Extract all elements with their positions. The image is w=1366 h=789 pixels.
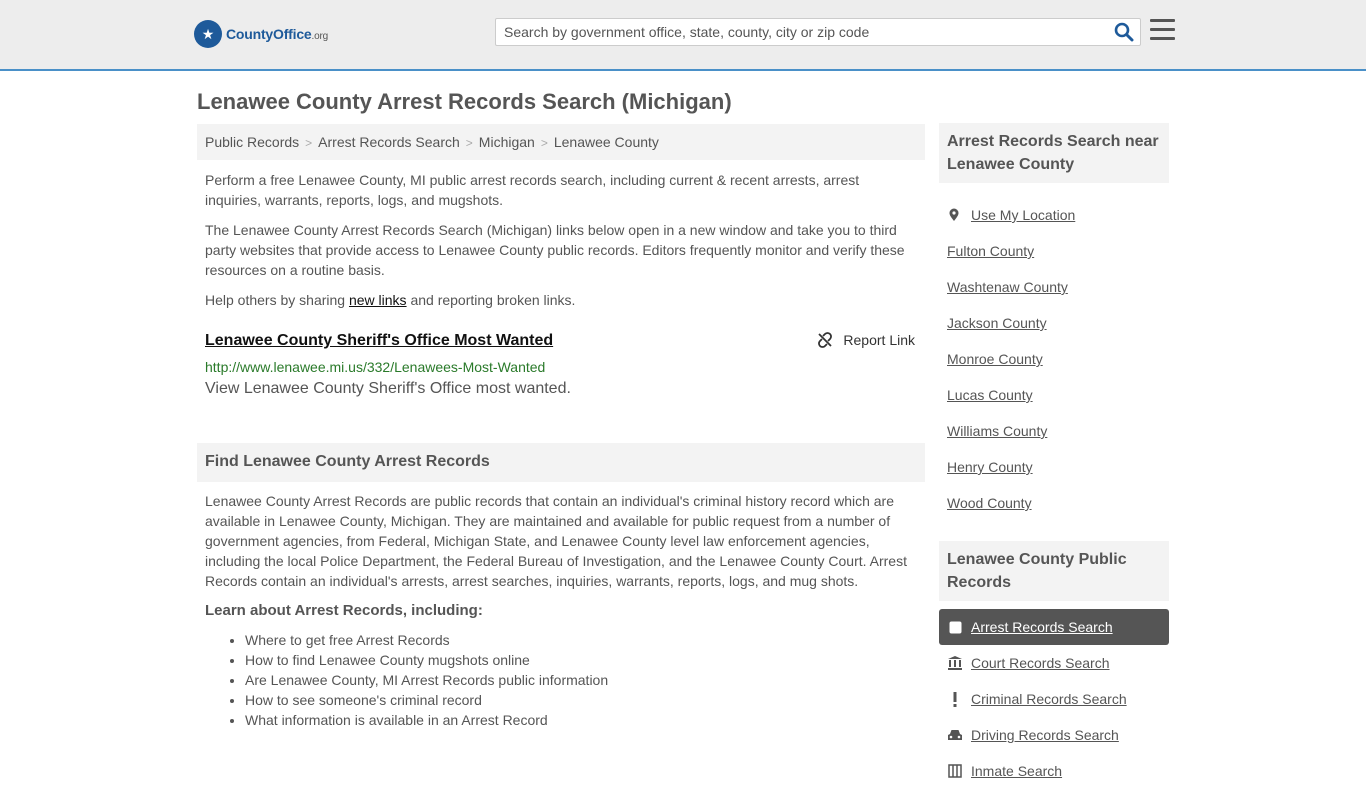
sidebar-item-henry[interactable]: Henry County bbox=[939, 449, 1169, 485]
intro-paragraph-3: Help others by sharing new links and rep… bbox=[197, 290, 925, 310]
chevron-right-icon: > bbox=[540, 136, 548, 150]
report-link-label: Report Link bbox=[843, 332, 915, 348]
list-item: How to see someone's criminal record bbox=[245, 690, 925, 710]
new-links-link[interactable]: new links bbox=[349, 292, 407, 308]
public-records-heading: Lenawee County Public Records bbox=[939, 541, 1169, 601]
county-link[interactable]: Monroe County bbox=[947, 351, 1043, 367]
exclamation-icon bbox=[947, 691, 963, 707]
breadcrumb-michigan[interactable]: Michigan bbox=[479, 134, 535, 150]
use-location-item[interactable]: Use My Location bbox=[939, 197, 1169, 233]
breadcrumb-arrest-records[interactable]: Arrest Records Search bbox=[318, 134, 460, 150]
seal-icon: ★ bbox=[194, 20, 222, 48]
breadcrumb-lenawee[interactable]: Lenawee County bbox=[554, 134, 659, 150]
logo-suffix: .org bbox=[311, 31, 329, 42]
sidebar-item-label[interactable]: Driving Records Search bbox=[971, 727, 1119, 743]
list-item: How to find Lenawee County mugshots onli… bbox=[245, 650, 925, 670]
breadcrumb-public-records[interactable]: Public Records bbox=[205, 134, 299, 150]
logo-main: CountyOffice bbox=[226, 26, 312, 42]
sidebar: Arrest Records Search near Lenawee Count… bbox=[939, 123, 1169, 789]
breadcrumb: Public Records > Arrest Records Search > Mic… bbox=[197, 124, 925, 160]
broken-link-icon bbox=[818, 332, 833, 348]
report-link-button[interactable]: Report Link bbox=[817, 330, 915, 350]
sidebar-item-williams[interactable]: Williams County bbox=[939, 413, 1169, 449]
car-icon bbox=[947, 727, 963, 743]
share-text-after: and reporting broken links. bbox=[406, 292, 576, 308]
share-text-before: Help others by sharing bbox=[205, 292, 349, 308]
county-link[interactable]: Henry County bbox=[947, 459, 1033, 475]
site-logo[interactable]: ★ CountyOffice.org bbox=[194, 20, 328, 48]
search-input[interactable] bbox=[496, 19, 1096, 45]
intro-paragraph-1: Perform a free Lenawee County, MI public… bbox=[205, 172, 860, 208]
sidebar-item-label[interactable]: Inmate Search bbox=[971, 763, 1062, 779]
result-description: View Lenawee County Sheriff's Office mos… bbox=[205, 380, 571, 397]
sidebar-item-criminal-records[interactable]: Criminal Records Search bbox=[939, 681, 1169, 717]
sidebar-item-monroe[interactable]: Monroe County bbox=[939, 341, 1169, 377]
map-pin-icon bbox=[949, 208, 959, 221]
county-link[interactable]: Jackson County bbox=[947, 315, 1047, 331]
list-item: Are Lenawee County, MI Arrest Records pu… bbox=[245, 670, 925, 690]
chevron-right-icon: > bbox=[465, 136, 473, 150]
sidebar-item-fulton[interactable]: Fulton County bbox=[939, 233, 1169, 269]
county-link[interactable]: Wood County bbox=[947, 495, 1032, 511]
public-records-list: Arrest Records Search Court Records Sear… bbox=[939, 609, 1169, 789]
find-records-heading: Find Lenawee County Arrest Records bbox=[197, 443, 925, 482]
search-icon[interactable] bbox=[1114, 22, 1134, 42]
sidebar-item-wood[interactable]: Wood County bbox=[939, 485, 1169, 521]
learn-list: Where to get free Arrest Records How to … bbox=[197, 630, 925, 730]
sidebar-item-jackson[interactable]: Jackson County bbox=[939, 305, 1169, 341]
sidebar-item-arrest-records[interactable]: Arrest Records Search bbox=[939, 609, 1169, 645]
square-icon bbox=[947, 619, 963, 635]
nearby-list: Use My Location Fulton County Washtenaw … bbox=[939, 197, 1169, 521]
list-item: What information is available in an Arre… bbox=[245, 710, 925, 730]
find-records-body: Lenawee County Arrest Records are public… bbox=[205, 493, 907, 589]
search-box bbox=[495, 18, 1141, 46]
inmate-icon bbox=[947, 763, 963, 779]
main-content: Perform a free Lenawee County, MI public… bbox=[197, 170, 925, 730]
county-link[interactable]: Fulton County bbox=[947, 243, 1034, 259]
sidebar-item-inmate-search[interactable]: Inmate Search bbox=[939, 753, 1169, 789]
result-title-link[interactable]: Lenawee County Sheriff's Office Most Wan… bbox=[205, 332, 553, 349]
list-item: Where to get free Arrest Records bbox=[245, 630, 925, 650]
courthouse-icon bbox=[947, 655, 963, 671]
logo-text: CountyOffice.org bbox=[226, 26, 328, 42]
sidebar-item-lucas[interactable]: Lucas County bbox=[939, 377, 1169, 413]
result-url: http://www.lenawee.mi.us/332/Lenawees-Mo… bbox=[205, 359, 546, 375]
site-header: ★ CountyOffice.org bbox=[0, 0, 1366, 71]
sidebar-item-label[interactable]: Criminal Records Search bbox=[971, 691, 1127, 707]
sidebar-item-label[interactable]: Court Records Search bbox=[971, 655, 1110, 671]
county-link[interactable]: Williams County bbox=[947, 423, 1047, 439]
chevron-right-icon: > bbox=[305, 136, 313, 150]
county-link[interactable]: Lucas County bbox=[947, 387, 1033, 403]
nearby-heading: Arrest Records Search near Lenawee Count… bbox=[939, 123, 1169, 183]
sidebar-item-label[interactable]: Arrest Records Search bbox=[971, 619, 1113, 635]
sidebar-item-driving-records[interactable]: Driving Records Search bbox=[939, 717, 1169, 753]
intro-paragraph-2: The Lenawee County Arrest Records Search… bbox=[205, 222, 905, 278]
county-link[interactable]: Washtenaw County bbox=[947, 279, 1068, 295]
result-item: Lenawee County Sheriff's Office Most Wan… bbox=[197, 330, 925, 399]
page-title: Lenawee County Arrest Records Search (Mi… bbox=[197, 89, 732, 114]
sidebar-item-court-records[interactable]: Court Records Search bbox=[939, 645, 1169, 681]
use-location-link[interactable]: Use My Location bbox=[971, 207, 1075, 223]
hamburger-menu-icon[interactable] bbox=[1150, 19, 1175, 43]
learn-title: Learn about Arrest Records, including: bbox=[205, 602, 483, 619]
sidebar-item-washtenaw[interactable]: Washtenaw County bbox=[939, 269, 1169, 305]
